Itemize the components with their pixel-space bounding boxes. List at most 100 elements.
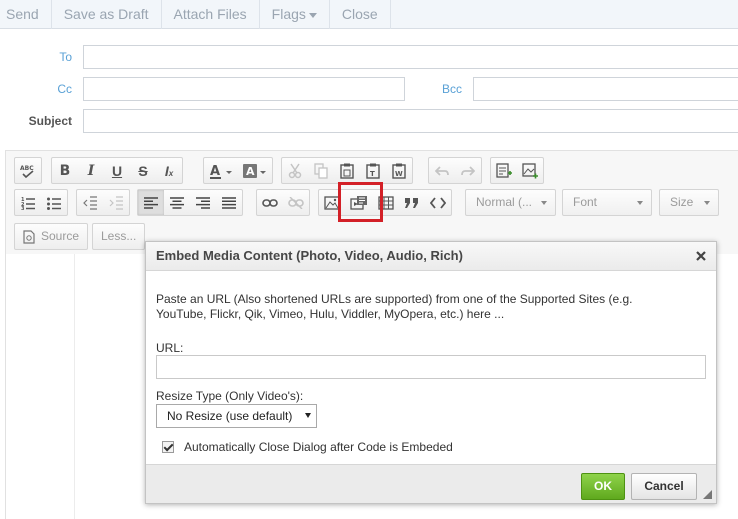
align-left-button[interactable] <box>138 190 164 215</box>
format-dropdown[interactable]: Normal (... <box>465 189 556 216</box>
increase-indent-button[interactable] <box>103 190 129 215</box>
chevron-down-icon <box>305 413 311 418</box>
text-color-icon: A <box>210 164 232 179</box>
justify-button[interactable] <box>216 190 242 215</box>
strikethrough-button[interactable]: S <box>130 158 156 183</box>
align-center-icon <box>170 196 184 209</box>
table-icon <box>378 195 394 210</box>
subject-field[interactable] <box>83 109 738 133</box>
svg-text:3: 3 <box>21 206 25 210</box>
italic-button[interactable]: I <box>78 158 104 183</box>
less-label: Less... <box>101 229 137 243</box>
source-button[interactable]: Source <box>14 223 89 250</box>
embed-media-button[interactable] <box>345 190 373 215</box>
cc-field[interactable] <box>83 77 405 101</box>
svg-text:W: W <box>395 170 403 178</box>
image-icon <box>324 195 340 210</box>
unlink-icon <box>288 196 304 209</box>
undo-button[interactable] <box>429 158 455 183</box>
background-color-button[interactable]: A <box>238 158 272 183</box>
insert-image-template-button[interactable] <box>517 158 543 183</box>
embed-media-dialog: Embed Media Content (Photo, Video, Audio… <box>145 241 717 504</box>
paste-button[interactable] <box>334 158 360 183</box>
decrease-indent-button[interactable] <box>77 190 103 215</box>
dialog-body: Paste an URL (Also shortened URLs are su… <box>146 272 716 465</box>
blockquote-button[interactable] <box>399 190 425 215</box>
history-group <box>428 157 482 184</box>
insert-table-button[interactable] <box>373 190 399 215</box>
resize-type-label: Resize Type (Only Video's): <box>156 389 304 403</box>
spellcheck-button[interactable]: ABC <box>15 158 41 183</box>
quote-icon <box>405 197 418 208</box>
copy-button[interactable] <box>308 158 334 183</box>
code-icon <box>430 196 446 209</box>
text-style-group: B I U S Ix <box>51 157 183 184</box>
underline-icon: U <box>111 162 123 179</box>
paste-text-icon: T <box>366 163 380 179</box>
cancel-button[interactable]: Cancel <box>631 473 697 500</box>
templates-button[interactable] <box>491 158 517 183</box>
color-group: A A <box>203 157 273 184</box>
url-input[interactable] <box>156 355 706 379</box>
text-color-button[interactable]: A <box>204 158 238 183</box>
bold-button[interactable]: B <box>52 158 78 183</box>
redo-icon <box>461 165 475 176</box>
numbered-list-icon: 123 <box>21 197 35 210</box>
background-color-icon: A <box>243 163 266 178</box>
resize-handle[interactable] <box>703 490 712 499</box>
svg-text:T: T <box>370 170 375 178</box>
font-dropdown[interactable]: Font <box>562 189 652 216</box>
format-dropdown-label: Normal (... <box>476 195 533 209</box>
link-icon <box>262 198 278 207</box>
auto-close-label: Automatically Close Dialog after Code is… <box>184 440 453 454</box>
paste-text-button[interactable]: T <box>360 158 386 183</box>
cut-button[interactable] <box>282 158 308 183</box>
indent-group <box>76 189 130 216</box>
to-label: To <box>59 50 72 64</box>
close-button[interactable]: Close <box>330 0 391 29</box>
justify-icon <box>222 196 236 209</box>
link-button[interactable] <box>257 190 283 215</box>
attach-files-button[interactable]: Attach Files <box>162 0 260 29</box>
align-right-icon <box>196 196 210 209</box>
to-field[interactable] <box>83 45 738 69</box>
bcc-label: Bcc <box>441 82 462 96</box>
spellcheck-group: ABC <box>14 157 42 184</box>
align-center-button[interactable] <box>164 190 190 215</box>
chevron-down-icon <box>541 201 547 205</box>
svg-text:A: A <box>210 164 220 179</box>
flags-dropdown[interactable]: Flags <box>260 0 330 29</box>
templates-icon <box>496 162 512 178</box>
dialog-footer: OK Cancel <box>146 464 716 503</box>
insert-image-button[interactable] <box>319 190 345 215</box>
ok-button[interactable]: OK <box>581 473 625 500</box>
paste-word-button[interactable]: W <box>386 158 412 183</box>
italic-icon: I <box>87 162 95 179</box>
image-add-icon <box>522 162 538 178</box>
resize-type-select[interactable]: No Resize (use default) <box>156 404 317 428</box>
link-group <box>256 189 310 216</box>
cc-label: Cc <box>57 82 72 96</box>
outdent-icon <box>83 195 97 210</box>
bulleted-list-button[interactable] <box>41 190 67 215</box>
unlink-button[interactable] <box>283 190 309 215</box>
bcc-field[interactable] <box>473 77 738 101</box>
code-button[interactable] <box>425 190 451 215</box>
embed-media-icon <box>350 195 367 210</box>
underline-button[interactable]: U <box>104 158 130 183</box>
numbered-list-button[interactable]: 123 <box>15 190 41 215</box>
subject-label: Subject <box>28 114 72 128</box>
align-right-button[interactable] <box>190 190 216 215</box>
save-draft-button[interactable]: Save as Draft <box>52 0 162 29</box>
remove-format-button[interactable]: Ix <box>156 158 182 183</box>
less-button[interactable]: Less... <box>92 223 146 250</box>
close-icon[interactable] <box>694 249 708 263</box>
send-button[interactable]: Send <box>0 0 52 29</box>
source-label: Source <box>41 229 80 243</box>
size-dropdown[interactable]: Size <box>659 189 719 216</box>
clipboard-group: T W <box>281 157 413 184</box>
svg-text:A: A <box>246 165 255 178</box>
auto-close-checkbox[interactable] <box>162 441 174 453</box>
paste-word-icon: W <box>392 163 406 179</box>
redo-button[interactable] <box>455 158 481 183</box>
